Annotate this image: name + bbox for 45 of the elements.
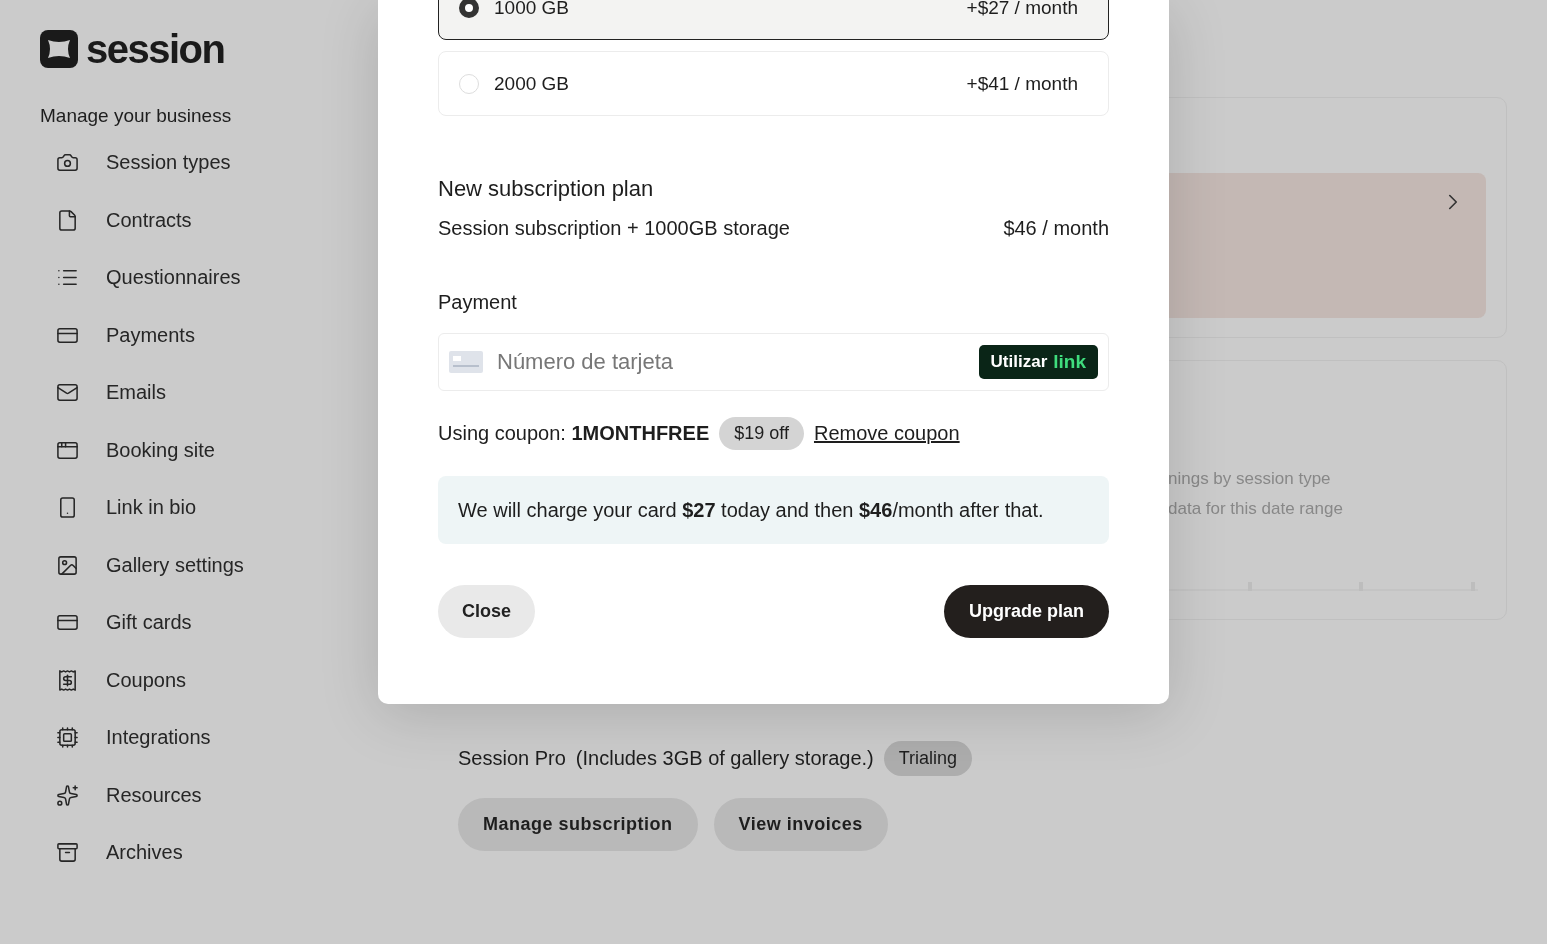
logo-text: session — [86, 30, 225, 68]
document-icon — [56, 208, 79, 232]
link-pay-button[interactable]: Utilizar link — [978, 345, 1098, 379]
sidebar-item[interactable]: Contracts — [40, 191, 380, 249]
card-number-field[interactable]: Número de tarjeta Utilizar link — [438, 333, 1109, 391]
sidebar-item[interactable]: Session types — [40, 134, 380, 192]
sidebar-item[interactable]: Gallery settings — [40, 536, 380, 594]
image-icon — [56, 553, 79, 577]
close-button[interactable]: Close — [438, 585, 536, 638]
radio-button[interactable] — [459, 0, 479, 18]
sidebar-item[interactable]: Resources — [40, 766, 380, 824]
sidebar-item[interactable]: Questionnaires — [40, 249, 380, 307]
section-heading: New subscription plan — [438, 175, 655, 203]
chip-icon — [56, 726, 79, 750]
card-title: nings by session type — [1168, 468, 1332, 490]
receipt-icon — [56, 668, 79, 692]
archive-icon — [56, 841, 79, 865]
sidebar-item[interactable]: Link in bio — [40, 479, 380, 537]
storage-option[interactable]: 1000 GB +$27 / month — [438, 0, 1109, 40]
remove-coupon-link[interactable]: Remove coupon — [813, 422, 960, 445]
sidebar-item[interactable]: Gift cards — [40, 594, 380, 652]
sidebar-item[interactable]: Payments — [40, 306, 380, 364]
section-heading: Manage your business — [40, 104, 233, 128]
logo-icon — [40, 30, 78, 68]
sidebar-item[interactable]: Coupons — [40, 651, 380, 709]
view-invoices-button[interactable]: View invoices — [713, 798, 888, 851]
sidebar-item[interactable]: Booking site — [40, 421, 380, 479]
manage-subscription-button[interactable]: Manage subscription — [458, 798, 698, 851]
plan-price: $46 / month — [1003, 217, 1109, 240]
charge-notice: We will charge your card $27 today and then $46/month after that. — [438, 476, 1109, 544]
sparkles-icon — [56, 783, 79, 807]
sidebar-item[interactable]: Archives — [40, 824, 380, 882]
upgrade-plan-button[interactable]: Upgrade plan — [944, 585, 1109, 638]
plan-name: Session Pro — [458, 747, 566, 770]
card-icon — [449, 351, 483, 373]
section-heading: Payment — [438, 290, 518, 315]
plan-note: (Includes 3GB of gallery storage.) — [575, 747, 874, 770]
sidebar-item[interactable]: Emails — [40, 364, 380, 422]
sidebar-item[interactable]: Integrations — [40, 709, 380, 767]
discount-badge: $19 off — [719, 417, 804, 450]
plan-name: Session subscription + 1000GB storage — [438, 217, 790, 240]
storage-option[interactable]: 2000 GB +$41 / month — [438, 51, 1109, 116]
status-badge: Trialing — [883, 741, 973, 776]
card-subtitle: data for this date range — [1168, 498, 1344, 520]
coupon-label: Using coupon: 1MONTHFREE — [438, 422, 710, 445]
